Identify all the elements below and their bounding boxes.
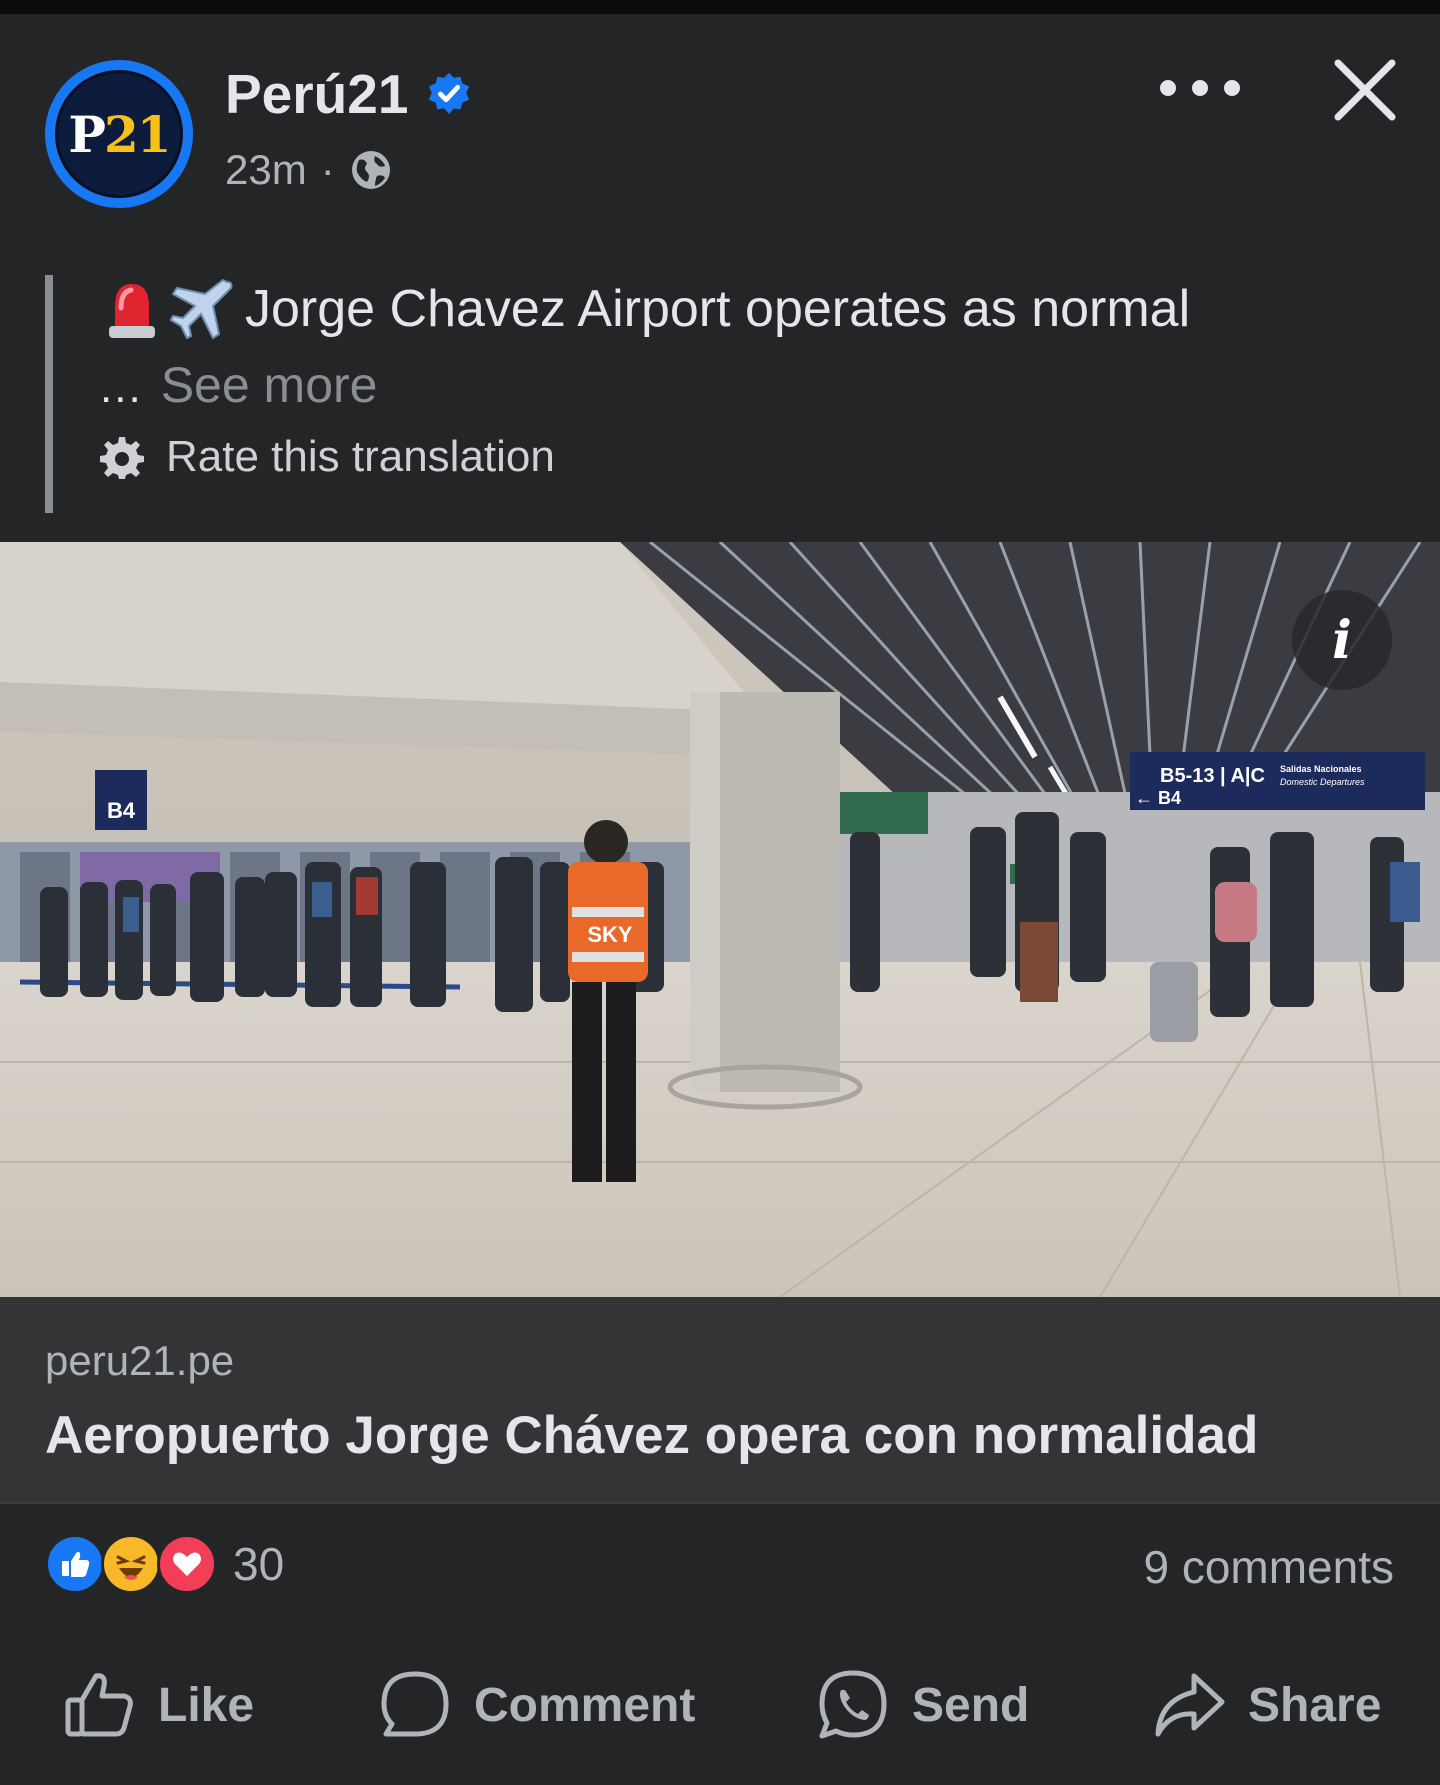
post-meta: 23m · [225,146,393,194]
comments-count[interactable]: 9 comments [1143,1540,1394,1594]
share-arrow-icon [1155,1673,1225,1737]
direction-sign-text-1: B5-13 | A|C [1160,765,1265,787]
airplane-icon [169,278,233,340]
comment-bubble-icon [381,1671,449,1737]
info-button[interactable]: i [1292,590,1392,690]
haha-reaction-icon [101,1534,161,1594]
reaction-count: 30 [233,1538,285,1590]
link-preview[interactable]: peru21.pe Aeropuerto Jorge Chávez opera … [0,1297,1440,1502]
page-name[interactable]: Perú21 [225,62,408,126]
link-domain: peru21.pe [45,1337,235,1384]
more-dot [1192,80,1208,96]
translation-quote-bar [45,275,53,513]
post-text-row: Jorge Chavez Airport operates as normal [103,276,1190,342]
share-label: Share [1248,1678,1382,1732]
page-name-row: Perú21 [225,62,472,126]
send-button[interactable]: Send [816,1660,1029,1750]
meta-separator: · [320,146,335,193]
avatar-logo-number: 21 [104,104,172,164]
divider [0,1502,1440,1504]
see-more-row[interactable]: ... See more [100,356,377,414]
post-photo[interactable]: B4 B5-13 | A|C ← B4 Salidas Nacionales D… [0,542,1440,1297]
close-icon[interactable] [1330,55,1400,125]
post-text: Jorge Chavez Airport operates as normal [245,280,1191,338]
see-more-dots: ... [100,363,143,412]
laughing-face-icon [116,1555,146,1580]
more-options-button[interactable] [1160,68,1240,108]
more-dot [1160,80,1176,96]
avatar-logo-circle: P21 [55,70,183,198]
more-dot [1224,80,1240,96]
siren-icon [109,284,155,338]
reactions-summary[interactable]: 30 [45,1534,284,1594]
love-reaction-icon [157,1534,217,1594]
avatar-logo: P21 [68,104,172,164]
airport-scene: B4 B5-13 | A|C ← B4 Salidas Nacionales D… [0,542,1440,1297]
info-icon: i [1332,609,1352,671]
like-reaction-icon [45,1534,105,1594]
status-strip [0,0,1440,14]
gate-sign-text: B4 [107,798,136,823]
comment-button[interactable]: Comment [378,1660,695,1750]
link-title: Aeropuerto Jorge Chávez opera con normal… [45,1406,1259,1465]
like-button[interactable]: Like [62,1660,254,1750]
domestic-sign-text-2: Domestic Departures [1280,777,1365,787]
rate-translation-button[interactable]: Rate this translation [100,432,555,482]
avatar-logo-letter: P [68,104,106,164]
thumbs-up-icon [65,1673,133,1737]
rate-translation-label: Rate this translation [166,432,555,481]
whatsapp-icon [819,1670,887,1739]
thumbs-up-icon [62,1551,90,1577]
post-time[interactable]: 23m [225,146,307,194]
page-avatar[interactable]: P21 [45,60,193,208]
send-label: Send [912,1678,1030,1732]
globe-icon [351,151,390,189]
verified-badge-icon [429,72,470,115]
see-more-link[interactable]: See more [161,357,378,413]
domestic-sign-text-1: Salidas Nacionales [1280,764,1362,774]
action-bar: Like Comment Send Share [0,1660,1440,1750]
direction-sign-text-2: ← B4 [1135,788,1181,808]
heart-icon [173,1552,201,1576]
comment-label: Comment [474,1678,696,1732]
gear-icon [100,437,144,479]
like-label: Like [158,1678,255,1732]
share-button[interactable]: Share [1152,1660,1381,1750]
vest-sign-text: SKY [587,922,633,947]
